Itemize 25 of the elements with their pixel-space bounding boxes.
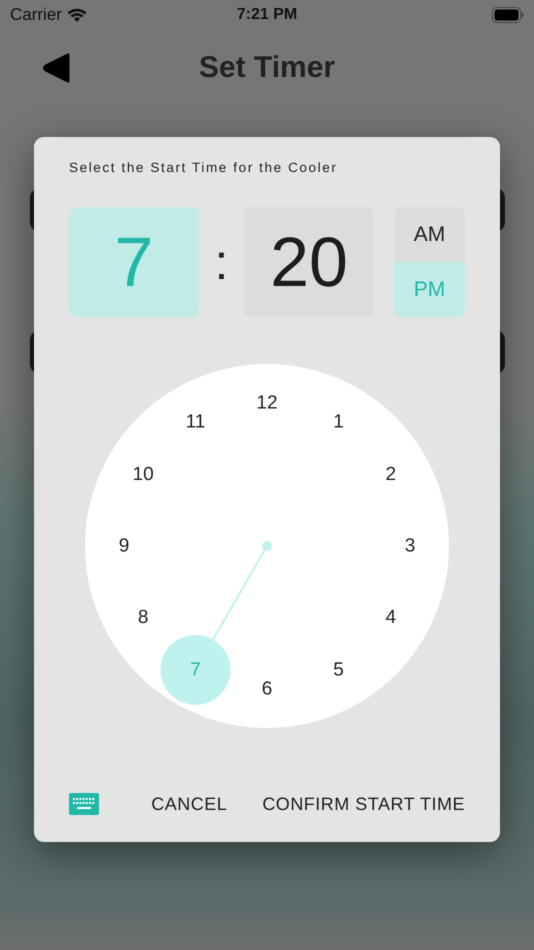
clock-face[interactable]: 12 1 2 3 4 5 6 7 8 9 10 11: [85, 364, 449, 728]
clock-number[interactable]: 4: [386, 607, 396, 628]
status-time: 7:21 PM: [236, 6, 298, 23]
clock-number[interactable]: 2: [386, 464, 396, 485]
clock-number[interactable]: 6: [262, 678, 272, 700]
battery-icon: [492, 7, 524, 23]
keyboard-icon[interactable]: [69, 793, 99, 815]
dialog-button[interactable]: CONFIRM START TIME: [262, 790, 465, 818]
dialog-button[interactable]: CANCEL: [151, 790, 228, 818]
clock-number[interactable]: 1: [333, 412, 344, 433]
dialog-title: Select the Start Time for the Cooler: [69, 160, 338, 175]
clock-number[interactable]: 3: [404, 536, 416, 556]
clock-number[interactable]: 5: [333, 659, 344, 680]
clock-number[interactable]: 11: [186, 412, 206, 433]
clock-number[interactable]: 9: [118, 536, 130, 556]
clock-number[interactable]: 8: [138, 607, 148, 628]
carrier-name: Carrier: [10, 5, 62, 25]
clock-number[interactable]: 10: [132, 464, 154, 485]
meridiem-toggle[interactable]: AM: [394, 207, 465, 262]
wifi-icon: [66, 8, 87, 22]
minute-display[interactable]: 20: [244, 207, 374, 317]
page-title: Set Timer: [198, 51, 336, 84]
time-separator: :: [214, 233, 230, 291]
clock-number[interactable]: 12: [256, 392, 278, 414]
back-icon[interactable]: [43, 53, 70, 83]
